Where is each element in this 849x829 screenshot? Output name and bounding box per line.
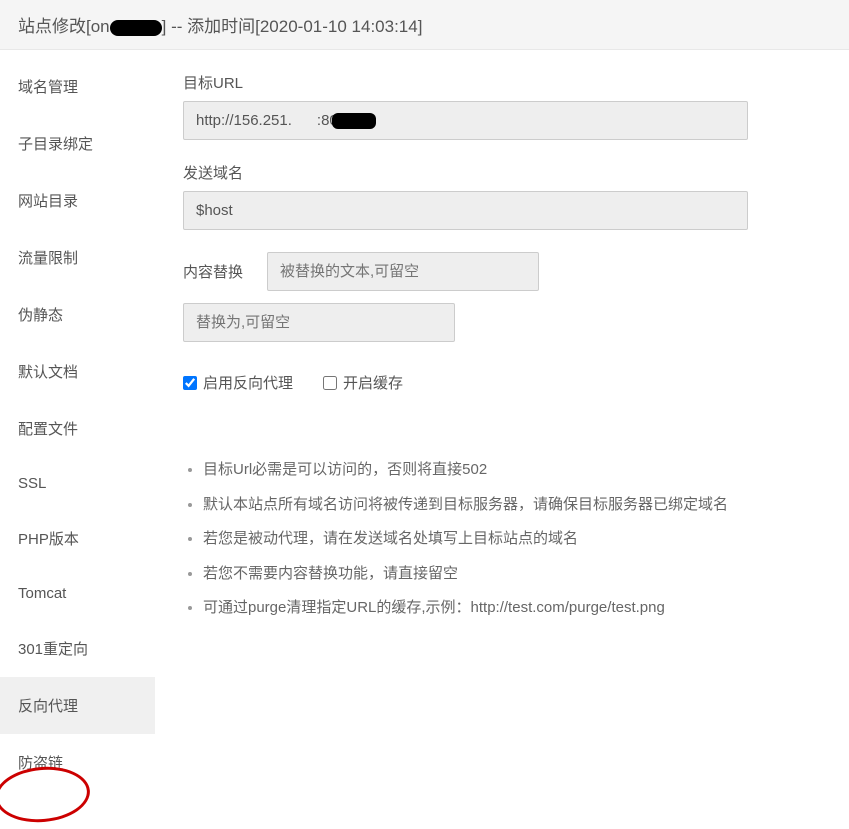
header-prefix: 站点修改[on <box>18 17 110 36</box>
sidebar-item-config-file[interactable]: 配置文件 <box>0 400 155 457</box>
sidebar-item-rewrite[interactable]: 伪静态 <box>0 286 155 343</box>
note-item: 默认本站点所有域名访问将被传递到目标服务器，请确保目标服务器已绑定域名 <box>203 488 821 523</box>
sidebar-item-301-redirect[interactable]: 301重定向 <box>0 620 155 677</box>
sidebar-item-reverse-proxy[interactable]: 反向代理 <box>0 677 155 734</box>
sidebar-item-hotlink[interactable]: 防盗链 <box>0 734 155 791</box>
enable-cache-label: 开启缓存 <box>343 372 403 393</box>
sidebar-item-subdir-bind[interactable]: 子目录绑定 <box>0 115 155 172</box>
redacted-site-name <box>110 20 162 36</box>
enable-proxy-label: 启用反向代理 <box>203 372 293 393</box>
enable-proxy-checkbox-wrap[interactable]: 启用反向代理 <box>183 372 293 393</box>
target-url-label: 目标URL <box>183 72 821 93</box>
content-replace-label: 内容替换 <box>183 261 253 282</box>
sidebar-item-site-dir[interactable]: 网站目录 <box>0 172 155 229</box>
send-domain-label: 发送域名 <box>183 162 821 183</box>
note-item: 若您不需要内容替换功能，请直接留空 <box>203 557 821 592</box>
content-replace-to-input[interactable] <box>183 303 455 342</box>
sidebar-item-tomcat[interactable]: Tomcat <box>0 567 155 620</box>
sidebar-item-ssl[interactable]: SSL <box>0 457 155 510</box>
note-item: 目标Url必需是可以访问的，否则将直接502 <box>203 453 821 488</box>
header-suffix: ] -- 添加时间[2020-01-10 14:03:14] <box>162 17 423 36</box>
sidebar-item-default-doc[interactable]: 默认文档 <box>0 343 155 400</box>
help-notes: 目标Url必需是可以访问的，否则将直接502 默认本站点所有域名访问将被传递到目… <box>183 453 821 626</box>
enable-cache-checkbox[interactable] <box>323 376 337 390</box>
send-domain-input[interactable] <box>183 191 748 230</box>
main-content: 目标URL 发送域名 内容替换 启用反向代理 开启缓存 <box>155 50 849 791</box>
enable-proxy-checkbox[interactable] <box>183 376 197 390</box>
sidebar-item-traffic-limit[interactable]: 流量限制 <box>0 229 155 286</box>
content-replace-from-input[interactable] <box>267 252 539 291</box>
redacted-ip-part <box>332 113 376 129</box>
target-url-input[interactable] <box>183 101 748 140</box>
note-item: 可通过purge清理指定URL的缓存,示例：http://test.com/pu… <box>203 591 821 626</box>
sidebar-item-domain-mgmt[interactable]: 域名管理 <box>0 58 155 115</box>
enable-cache-checkbox-wrap[interactable]: 开启缓存 <box>323 372 403 393</box>
dialog-header: 站点修改[on ] -- 添加时间[2020-01-10 14:03:14] <box>0 0 849 50</box>
sidebar-item-php-version[interactable]: PHP版本 <box>0 510 155 567</box>
note-item: 若您是被动代理，请在发送域名处填写上目标站点的域名 <box>203 522 821 557</box>
sidebar: 域名管理 子目录绑定 网站目录 流量限制 伪静态 默认文档 配置文件 SSL P… <box>0 50 155 791</box>
